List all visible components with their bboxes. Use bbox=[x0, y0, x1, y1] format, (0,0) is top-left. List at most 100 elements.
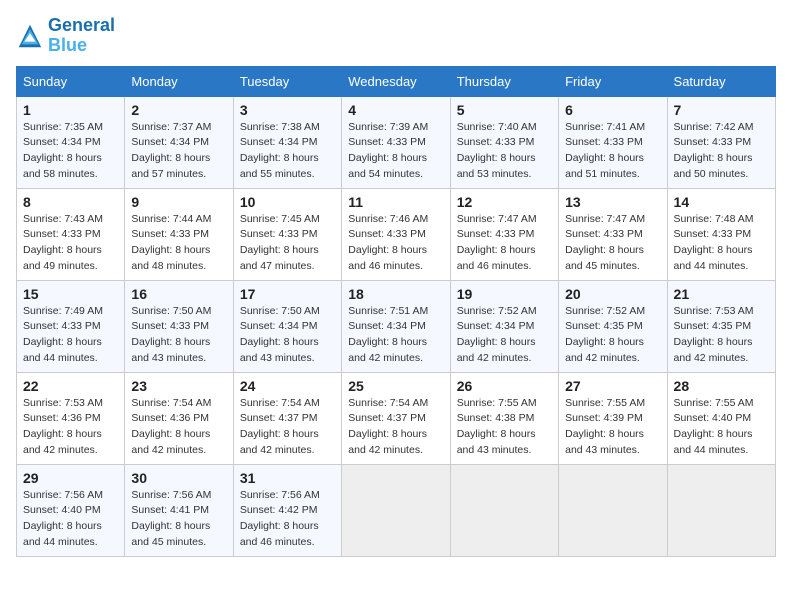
day-number: 14 bbox=[674, 194, 769, 210]
day-cell-19: 19 Sunrise: 7:52 AMSunset: 4:34 PMDaylig… bbox=[450, 280, 558, 372]
day-cell-14: 14 Sunrise: 7:48 AMSunset: 4:33 PMDaylig… bbox=[667, 188, 775, 280]
day-detail: Sunrise: 7:53 AMSunset: 4:36 PMDaylight:… bbox=[23, 397, 103, 456]
day-cell-26: 26 Sunrise: 7:55 AMSunset: 4:38 PMDaylig… bbox=[450, 372, 558, 464]
day-number: 17 bbox=[240, 286, 335, 302]
day-detail: Sunrise: 7:54 AMSunset: 4:37 PMDaylight:… bbox=[348, 397, 428, 456]
header-row: SundayMondayTuesdayWednesdayThursdayFrid… bbox=[17, 66, 776, 96]
day-cell-28: 28 Sunrise: 7:55 AMSunset: 4:40 PMDaylig… bbox=[667, 372, 775, 464]
day-number: 20 bbox=[565, 286, 660, 302]
day-detail: Sunrise: 7:37 AMSunset: 4:34 PMDaylight:… bbox=[131, 121, 211, 180]
day-number: 8 bbox=[23, 194, 118, 210]
day-number: 10 bbox=[240, 194, 335, 210]
day-detail: Sunrise: 7:43 AMSunset: 4:33 PMDaylight:… bbox=[23, 213, 103, 272]
day-cell-7: 7 Sunrise: 7:42 AMSunset: 4:33 PMDayligh… bbox=[667, 96, 775, 188]
day-detail: Sunrise: 7:44 AMSunset: 4:33 PMDaylight:… bbox=[131, 213, 211, 272]
week-row-1: 1 Sunrise: 7:35 AMSunset: 4:34 PMDayligh… bbox=[17, 96, 776, 188]
day-number: 28 bbox=[674, 378, 769, 394]
day-detail: Sunrise: 7:56 AMSunset: 4:42 PMDaylight:… bbox=[240, 489, 320, 548]
day-number: 7 bbox=[674, 102, 769, 118]
day-detail: Sunrise: 7:54 AMSunset: 4:36 PMDaylight:… bbox=[131, 397, 211, 456]
header-cell-tuesday: Tuesday bbox=[233, 66, 341, 96]
page-header: General Blue bbox=[16, 16, 776, 56]
empty-cell bbox=[559, 464, 667, 556]
day-cell-27: 27 Sunrise: 7:55 AMSunset: 4:39 PMDaylig… bbox=[559, 372, 667, 464]
day-cell-5: 5 Sunrise: 7:40 AMSunset: 4:33 PMDayligh… bbox=[450, 96, 558, 188]
day-detail: Sunrise: 7:50 AMSunset: 4:34 PMDaylight:… bbox=[240, 305, 320, 364]
day-number: 31 bbox=[240, 470, 335, 486]
day-cell-16: 16 Sunrise: 7:50 AMSunset: 4:33 PMDaylig… bbox=[125, 280, 233, 372]
header-cell-saturday: Saturday bbox=[667, 66, 775, 96]
day-cell-15: 15 Sunrise: 7:49 AMSunset: 4:33 PMDaylig… bbox=[17, 280, 125, 372]
calendar-header: SundayMondayTuesdayWednesdayThursdayFrid… bbox=[17, 66, 776, 96]
day-cell-24: 24 Sunrise: 7:54 AMSunset: 4:37 PMDaylig… bbox=[233, 372, 341, 464]
day-cell-21: 21 Sunrise: 7:53 AMSunset: 4:35 PMDaylig… bbox=[667, 280, 775, 372]
week-row-5: 29 Sunrise: 7:56 AMSunset: 4:40 PMDaylig… bbox=[17, 464, 776, 556]
day-number: 4 bbox=[348, 102, 443, 118]
day-detail: Sunrise: 7:46 AMSunset: 4:33 PMDaylight:… bbox=[348, 213, 428, 272]
day-number: 15 bbox=[23, 286, 118, 302]
day-number: 11 bbox=[348, 194, 443, 210]
day-cell-2: 2 Sunrise: 7:37 AMSunset: 4:34 PMDayligh… bbox=[125, 96, 233, 188]
day-number: 16 bbox=[131, 286, 226, 302]
day-number: 9 bbox=[131, 194, 226, 210]
day-number: 30 bbox=[131, 470, 226, 486]
day-detail: Sunrise: 7:55 AMSunset: 4:39 PMDaylight:… bbox=[565, 397, 645, 456]
day-detail: Sunrise: 7:56 AMSunset: 4:40 PMDaylight:… bbox=[23, 489, 103, 548]
week-row-3: 15 Sunrise: 7:49 AMSunset: 4:33 PMDaylig… bbox=[17, 280, 776, 372]
day-cell-18: 18 Sunrise: 7:51 AMSunset: 4:34 PMDaylig… bbox=[342, 280, 450, 372]
day-detail: Sunrise: 7:38 AMSunset: 4:34 PMDaylight:… bbox=[240, 121, 320, 180]
day-number: 26 bbox=[457, 378, 552, 394]
day-cell-31: 31 Sunrise: 7:56 AMSunset: 4:42 PMDaylig… bbox=[233, 464, 341, 556]
week-row-2: 8 Sunrise: 7:43 AMSunset: 4:33 PMDayligh… bbox=[17, 188, 776, 280]
day-number: 2 bbox=[131, 102, 226, 118]
empty-cell bbox=[342, 464, 450, 556]
calendar-table: SundayMondayTuesdayWednesdayThursdayFrid… bbox=[16, 66, 776, 557]
day-detail: Sunrise: 7:40 AMSunset: 4:33 PMDaylight:… bbox=[457, 121, 537, 180]
day-number: 19 bbox=[457, 286, 552, 302]
calendar-body: 1 Sunrise: 7:35 AMSunset: 4:34 PMDayligh… bbox=[17, 96, 776, 556]
day-detail: Sunrise: 7:47 AMSunset: 4:33 PMDaylight:… bbox=[457, 213, 537, 272]
header-cell-sunday: Sunday bbox=[17, 66, 125, 96]
day-detail: Sunrise: 7:56 AMSunset: 4:41 PMDaylight:… bbox=[131, 489, 211, 548]
logo-text: General Blue bbox=[48, 16, 115, 56]
day-cell-20: 20 Sunrise: 7:52 AMSunset: 4:35 PMDaylig… bbox=[559, 280, 667, 372]
day-cell-22: 22 Sunrise: 7:53 AMSunset: 4:36 PMDaylig… bbox=[17, 372, 125, 464]
empty-cell bbox=[667, 464, 775, 556]
day-cell-4: 4 Sunrise: 7:39 AMSunset: 4:33 PMDayligh… bbox=[342, 96, 450, 188]
day-number: 24 bbox=[240, 378, 335, 394]
logo-icon bbox=[16, 22, 44, 50]
header-cell-monday: Monday bbox=[125, 66, 233, 96]
day-number: 12 bbox=[457, 194, 552, 210]
day-detail: Sunrise: 7:42 AMSunset: 4:33 PMDaylight:… bbox=[674, 121, 754, 180]
day-number: 1 bbox=[23, 102, 118, 118]
logo: General Blue bbox=[16, 16, 115, 56]
day-detail: Sunrise: 7:51 AMSunset: 4:34 PMDaylight:… bbox=[348, 305, 428, 364]
day-number: 18 bbox=[348, 286, 443, 302]
day-number: 25 bbox=[348, 378, 443, 394]
day-cell-1: 1 Sunrise: 7:35 AMSunset: 4:34 PMDayligh… bbox=[17, 96, 125, 188]
day-cell-8: 8 Sunrise: 7:43 AMSunset: 4:33 PMDayligh… bbox=[17, 188, 125, 280]
day-number: 6 bbox=[565, 102, 660, 118]
day-number: 21 bbox=[674, 286, 769, 302]
day-detail: Sunrise: 7:48 AMSunset: 4:33 PMDaylight:… bbox=[674, 213, 754, 272]
day-number: 5 bbox=[457, 102, 552, 118]
day-detail: Sunrise: 7:53 AMSunset: 4:35 PMDaylight:… bbox=[674, 305, 754, 364]
day-detail: Sunrise: 7:52 AMSunset: 4:34 PMDaylight:… bbox=[457, 305, 537, 364]
day-number: 3 bbox=[240, 102, 335, 118]
day-cell-6: 6 Sunrise: 7:41 AMSunset: 4:33 PMDayligh… bbox=[559, 96, 667, 188]
day-number: 23 bbox=[131, 378, 226, 394]
day-detail: Sunrise: 7:55 AMSunset: 4:38 PMDaylight:… bbox=[457, 397, 537, 456]
day-cell-11: 11 Sunrise: 7:46 AMSunset: 4:33 PMDaylig… bbox=[342, 188, 450, 280]
day-detail: Sunrise: 7:41 AMSunset: 4:33 PMDaylight:… bbox=[565, 121, 645, 180]
day-detail: Sunrise: 7:47 AMSunset: 4:33 PMDaylight:… bbox=[565, 213, 645, 272]
day-detail: Sunrise: 7:55 AMSunset: 4:40 PMDaylight:… bbox=[674, 397, 754, 456]
header-cell-friday: Friday bbox=[559, 66, 667, 96]
header-cell-wednesday: Wednesday bbox=[342, 66, 450, 96]
day-cell-30: 30 Sunrise: 7:56 AMSunset: 4:41 PMDaylig… bbox=[125, 464, 233, 556]
day-cell-9: 9 Sunrise: 7:44 AMSunset: 4:33 PMDayligh… bbox=[125, 188, 233, 280]
day-detail: Sunrise: 7:39 AMSunset: 4:33 PMDaylight:… bbox=[348, 121, 428, 180]
week-row-4: 22 Sunrise: 7:53 AMSunset: 4:36 PMDaylig… bbox=[17, 372, 776, 464]
day-detail: Sunrise: 7:35 AMSunset: 4:34 PMDaylight:… bbox=[23, 121, 103, 180]
day-number: 13 bbox=[565, 194, 660, 210]
day-detail: Sunrise: 7:52 AMSunset: 4:35 PMDaylight:… bbox=[565, 305, 645, 364]
